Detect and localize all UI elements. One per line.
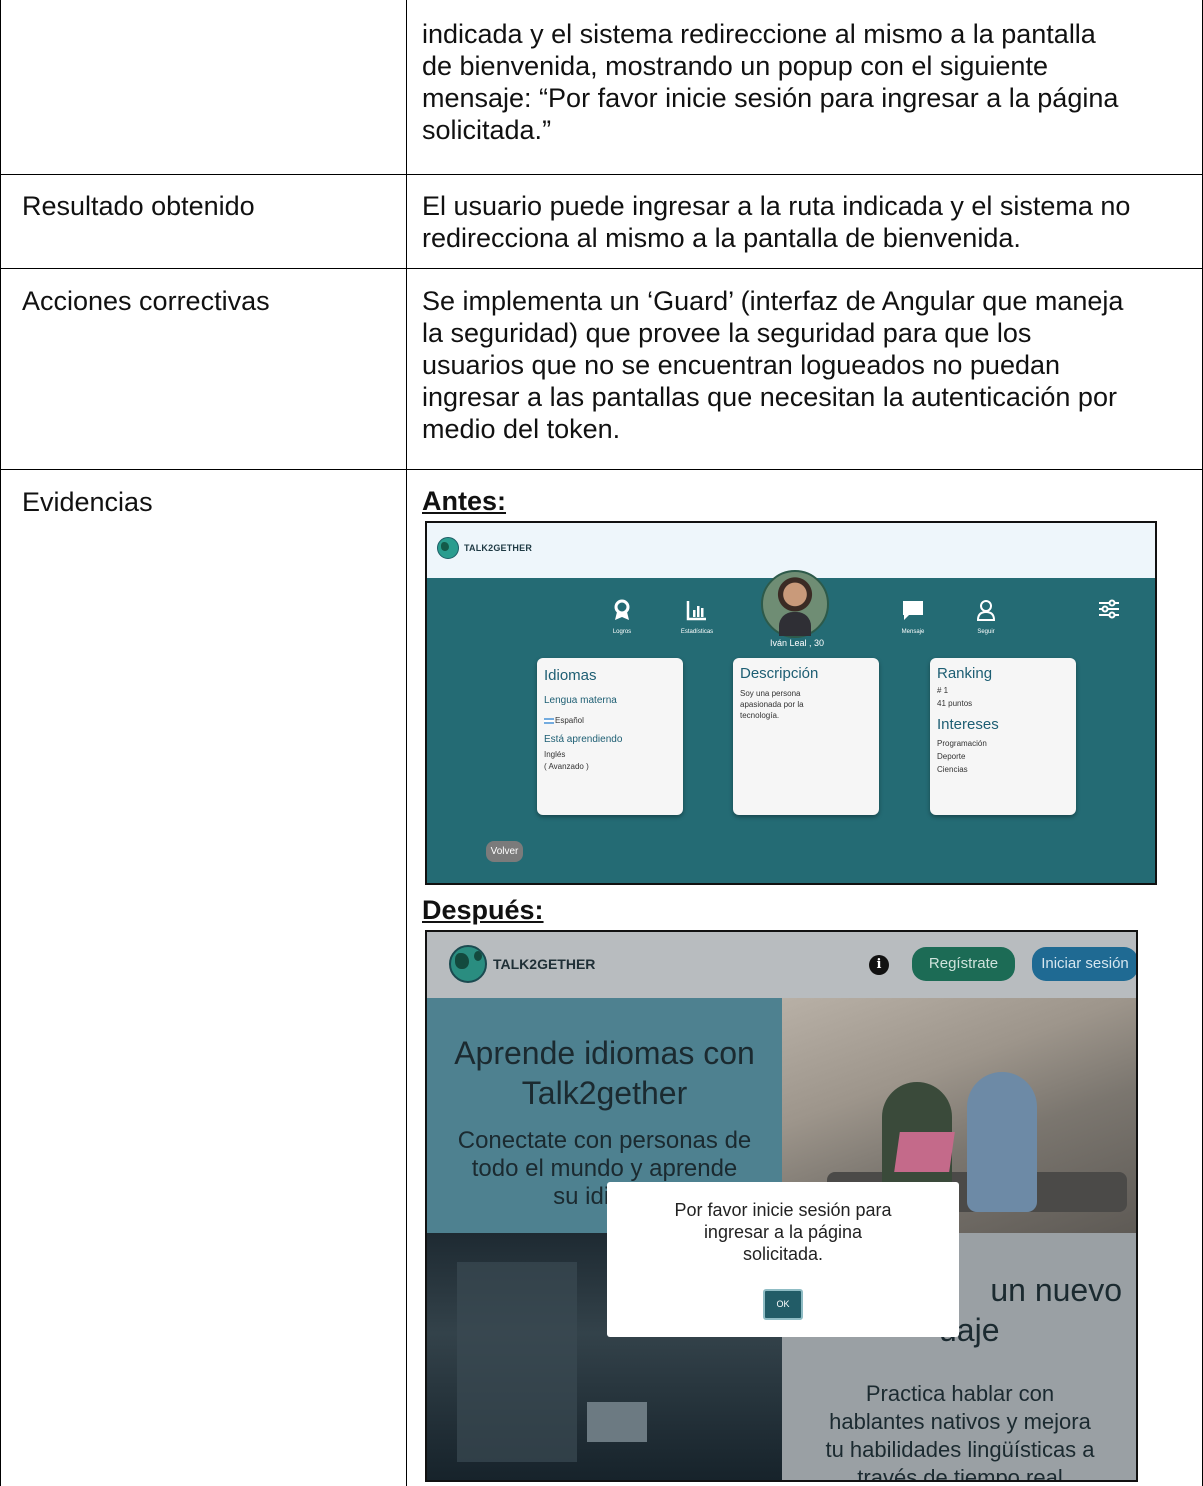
ranking-points: 41 puntos: [937, 699, 973, 708]
text-line: Aprende idiomas con: [454, 1035, 755, 1071]
table-column-divider: [406, 0, 407, 1486]
settings-button[interactable]: [1079, 599, 1139, 625]
app-logo[interactable]: TALK2GETHER: [437, 537, 532, 559]
photo-detail: [587, 1402, 647, 1442]
nav-label: Estadísticas: [680, 629, 714, 635]
text-line: Se implementa un ‘Guard’ (interfaz de An…: [422, 286, 1124, 316]
text-line: Talk2gether: [521, 1075, 688, 1111]
text-line: solicitada.: [742, 1244, 824, 1264]
award-icon: [592, 599, 652, 627]
card-title: Ranking: [937, 665, 993, 682]
ok-button[interactable]: OK: [763, 1289, 803, 1320]
photo-detail: [894, 1132, 955, 1172]
text-line: Soy una persona: [740, 689, 801, 698]
text-line: de bienvenida, mostrando un popup con el…: [422, 51, 1048, 81]
text-line: la seguridad) que provee la seguridad pa…: [422, 318, 1032, 348]
text-line: ingresar a la página: [703, 1222, 863, 1242]
text-line: mensaje: “Por favor inicie sesión para i…: [422, 83, 1119, 113]
nav-logros[interactable]: Logros: [592, 599, 652, 635]
row-divider: [0, 469, 1203, 470]
learning-level: ( Avanzado ): [544, 762, 589, 771]
card-descripcion: Descripción Soy una persona apasionada p…: [733, 658, 879, 815]
sliders-icon: [1079, 599, 1139, 625]
text-line: usuarios que no se encuentran logueados …: [422, 350, 1061, 380]
text-line: ingresar a las pantallas que necesitan l…: [422, 382, 1117, 412]
section-title: uaje: [939, 1312, 1000, 1348]
list-item: Ciencias: [937, 765, 968, 774]
text-line: Practica hablar con: [865, 1381, 1055, 1406]
card-idiomas: Idiomas Lengua materna Español Está apre…: [537, 658, 683, 815]
user-name: Iván Leal , 30: [769, 638, 825, 648]
text-line: Conectate con personas de: [457, 1127, 752, 1154]
bar-chart-icon: [667, 599, 727, 627]
avatar: [761, 570, 829, 638]
register-button[interactable]: Regístrate: [912, 947, 1015, 981]
hero-title: Aprende idiomas con Talk2gether: [427, 1033, 782, 1113]
login-required-popup: Por favor inicie sesión para ingresar a …: [607, 1182, 959, 1337]
app-logo[interactable]: TALK2GETHER: [449, 945, 595, 983]
row-label-acciones: Acciones correctivas: [22, 286, 270, 316]
learning-language: Inglés: [544, 750, 566, 759]
nav-mensaje[interactable]: Mensaje: [883, 599, 943, 635]
before-label: Antes:: [422, 486, 507, 516]
ranking-position: # 1: [937, 686, 949, 695]
card-title: Idiomas: [544, 667, 597, 684]
back-button[interactable]: Volver: [486, 841, 523, 862]
card-ranking: Ranking # 1 41 puntos Intereses Programa…: [930, 658, 1076, 815]
expected-result-text: indicada y el sistema redireccione al mi…: [422, 18, 1192, 146]
section-text: Practica hablar con hablantes nativos y …: [782, 1380, 1136, 1482]
row-divider: [0, 268, 1203, 269]
text-line: todo el mundo y aprende: [471, 1155, 738, 1182]
text-line: Por favor inicie sesión para: [674, 1200, 892, 1220]
text-line: través de tiempo real: [857, 1465, 1063, 1482]
list-item: Programación: [937, 739, 987, 748]
language-value: Español: [555, 716, 584, 725]
app-header: TALK2GETHER i Regístrate Iniciar sesión: [427, 932, 1136, 998]
text-line: indicada y el sistema redireccione al mi…: [422, 19, 1096, 49]
text-line: El usuario puede ingresar a la ruta indi…: [422, 191, 1131, 221]
login-button[interactable]: Iniciar sesión: [1032, 947, 1136, 981]
text-line: solicitada.”: [422, 115, 552, 145]
logo-text: TALK2GETHER: [493, 956, 596, 972]
nav-label: Seguir: [977, 629, 995, 635]
text-line: tu habilidades lingüísticas a: [825, 1437, 1095, 1462]
nav-label: Mensaje: [901, 629, 925, 635]
native-language: Español: [544, 715, 584, 726]
description-text: Soy una persona apasionada por la tecnol…: [740, 688, 804, 721]
row-label-evidencias: Evidencias: [22, 487, 153, 517]
nav-label: Logros: [612, 629, 632, 635]
argentina-flag-icon: [544, 717, 554, 724]
text-line: medio del token.: [422, 414, 621, 444]
corrective-actions-text: Se implementa un ‘Guard’ (interfaz de An…: [422, 285, 1192, 445]
card-title: Descripción: [740, 665, 819, 682]
card-subheading: Lengua materna: [544, 695, 617, 706]
text-line: apasionada por la: [740, 700, 804, 709]
logo-text: TALK2GETHER: [464, 543, 533, 553]
card-subheading: Está aprendiendo: [544, 734, 623, 745]
after-screenshot: TALK2GETHER i Regístrate Iniciar sesión …: [425, 930, 1138, 1482]
text-line: redirecciona al mismo a la pantalla de b…: [422, 223, 1021, 253]
after-label: Después:: [422, 895, 544, 925]
actual-result-text: El usuario puede ingresar a la ruta indi…: [422, 190, 1192, 254]
nav-estadisticas[interactable]: Estadísticas: [667, 599, 727, 635]
text-line: hablantes nativos y mejora: [829, 1409, 1091, 1434]
globe-icon: [449, 945, 487, 983]
user-icon: [956, 599, 1016, 627]
list-item: Deporte: [937, 752, 966, 761]
row-label-resultado: Resultado obtenido: [22, 191, 255, 221]
info-icon[interactable]: i: [869, 955, 889, 975]
card-title: Intereses: [937, 716, 999, 733]
text-line: tecnología.: [740, 711, 780, 720]
row-divider: [0, 174, 1203, 175]
photo-detail: [457, 1262, 577, 1462]
photo-detail: [967, 1072, 1037, 1212]
nav-seguir[interactable]: Seguir: [956, 599, 1016, 635]
interests-list: Programación Deporte Ciencias: [937, 737, 987, 776]
before-screenshot: TALK2GETHER Logros Estadísticas Iván Lea…: [425, 521, 1157, 885]
table-left-border: [0, 0, 1, 1486]
chat-bubble-icon: [883, 599, 943, 627]
globe-icon: [437, 537, 459, 559]
popup-message: Por favor inicie sesión para ingresar a …: [607, 1199, 959, 1265]
